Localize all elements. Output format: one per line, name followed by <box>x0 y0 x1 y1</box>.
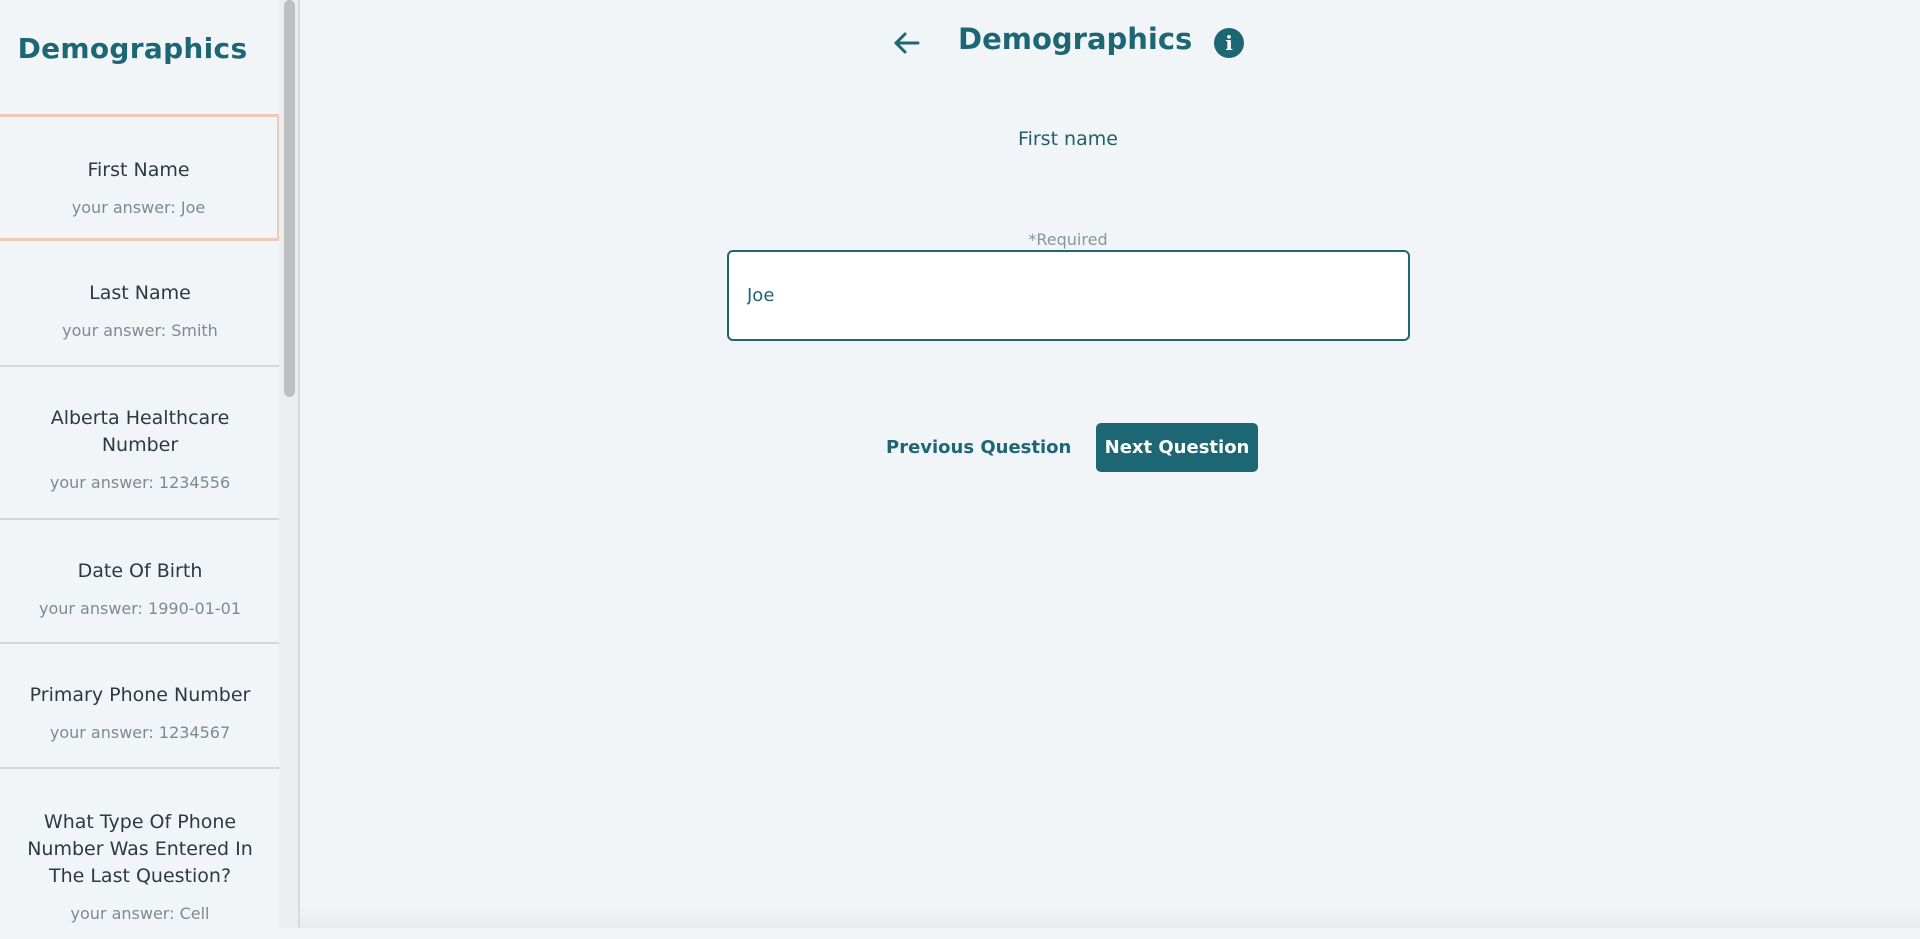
arrow-left-icon[interactable] <box>892 28 922 58</box>
sidebar-item-date-of-birth[interactable]: Date Of Birth your answer: 1990-01-01 <box>0 520 280 644</box>
page-title: Demographics <box>958 22 1193 56</box>
sidebar-item-answer: your answer: Joe <box>71 198 206 217</box>
question-text: First name <box>1018 128 1118 150</box>
bottom-divider <box>300 905 1920 928</box>
question-list: First Name your answer: Joe Last Name yo… <box>0 114 280 939</box>
sidebar-title: Demographics <box>17 32 248 65</box>
sidebar-item-last-name[interactable]: Last Name your answer: Smith <box>0 241 280 367</box>
sidebar-item-answer: your answer: Cell <box>70 904 210 923</box>
sidebar-item-answer: your answer: 1234556 <box>49 473 231 492</box>
sidebar-item-label: Primary Phone Number <box>29 684 251 706</box>
sidebar-item-alberta-healthcare-number[interactable]: Alberta Healthcare Number your answer: 1… <box>0 367 280 520</box>
answer-input[interactable] <box>727 250 1410 341</box>
sidebar-item-phone-type[interactable]: What Type Of Phone Number Was Entered In… <box>0 769 280 939</box>
info-icon[interactable]: i <box>1214 28 1244 58</box>
sidebar-item-label: What Type Of Phone Number Was Entered In… <box>27 811 253 887</box>
sidebar-item-answer: your answer: Smith <box>62 321 218 340</box>
sidebar-item-label: Last Name <box>89 282 191 304</box>
required-label: *Required <box>1028 230 1108 249</box>
sidebar-item-label: First Name <box>87 159 190 181</box>
sidebar-item-answer: your answer: 1990-01-01 <box>38 599 242 618</box>
sidebar-scrollbar-thumb[interactable] <box>284 0 295 397</box>
sidebar-item-label: Date Of Birth <box>77 560 203 582</box>
sidebar-item-answer: your answer: 1234567 <box>49 723 231 742</box>
sidebar-item-primary-phone-number[interactable]: Primary Phone Number your answer: 123456… <box>0 644 280 769</box>
previous-question-button[interactable]: Previous Question <box>880 423 1075 471</box>
next-question-button[interactable]: Next Question <box>1096 423 1258 472</box>
sidebar-item-first-name[interactable]: First Name your answer: Joe <box>0 114 280 241</box>
sidebar-item-label: Alberta Healthcare Number <box>50 407 230 456</box>
question-sidebar: Demographics First Name your answer: Joe… <box>0 0 300 928</box>
